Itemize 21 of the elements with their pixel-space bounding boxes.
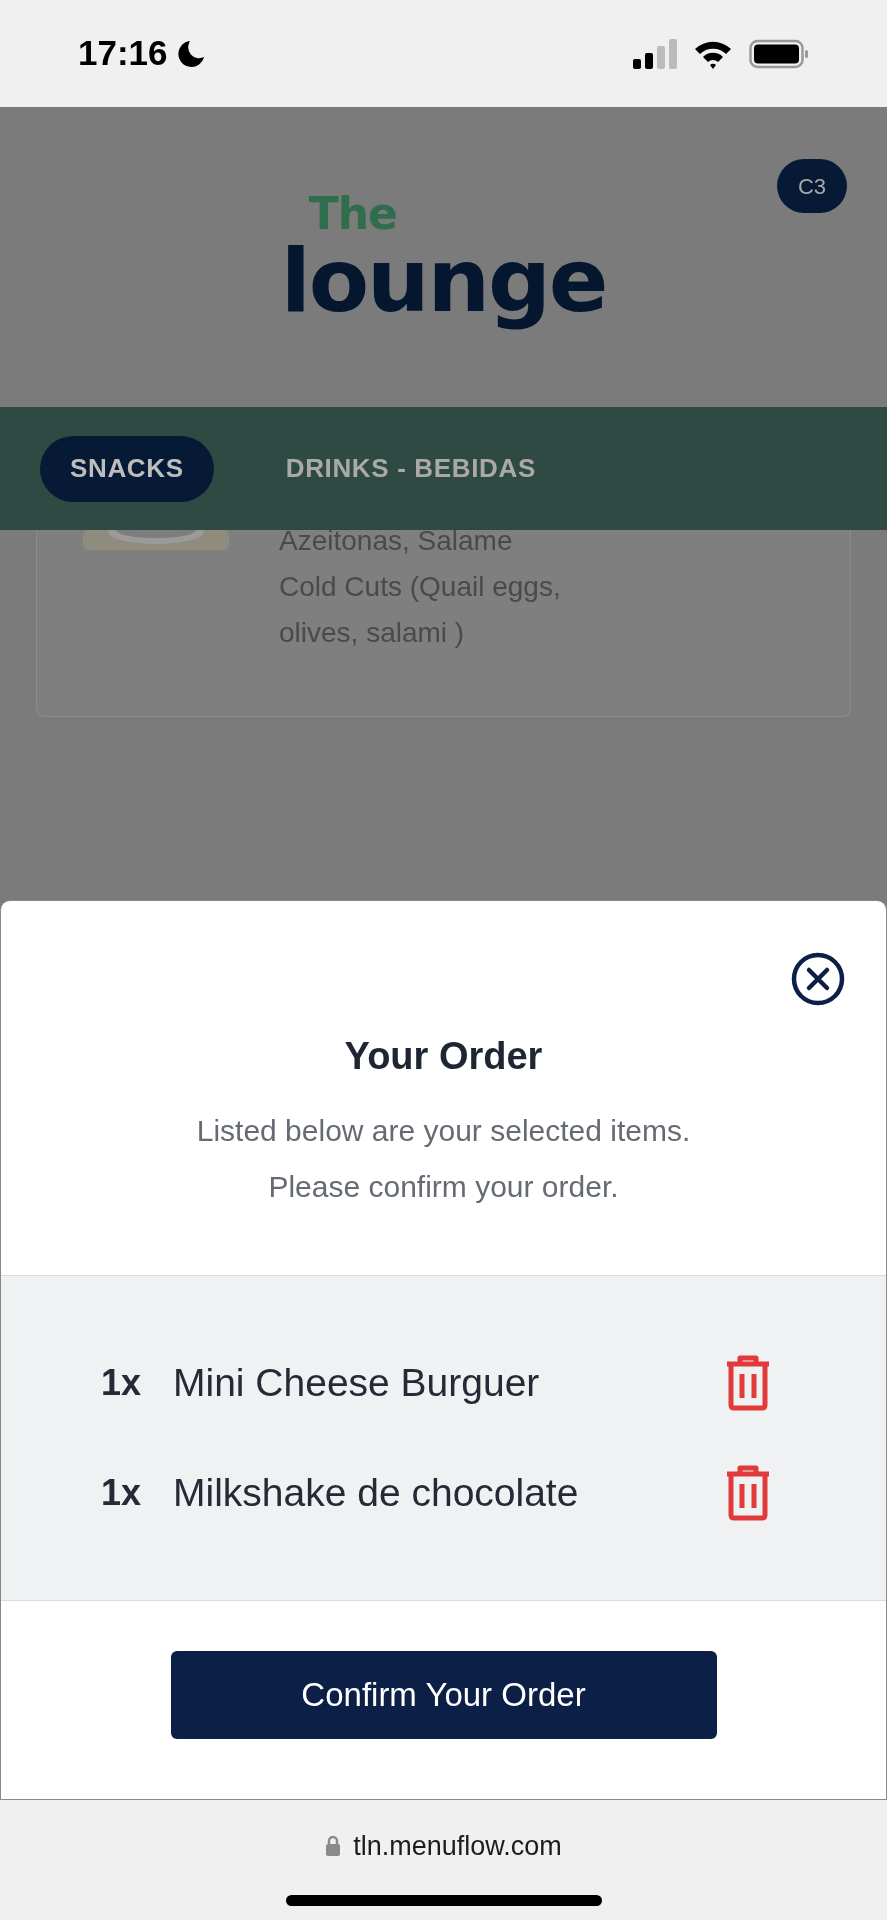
trash-icon[interactable] bbox=[724, 1465, 772, 1522]
moon-icon bbox=[175, 38, 206, 69]
item-quantity: 1x bbox=[101, 1360, 143, 1405]
trash-icon[interactable] bbox=[724, 1354, 772, 1411]
lock-icon bbox=[325, 1835, 342, 1858]
clock-time: 17:16 bbox=[78, 32, 168, 75]
dialog-title: Your Order bbox=[344, 1034, 543, 1079]
item-name: Milkshake de chocolate bbox=[173, 1470, 580, 1516]
confirm-order-button[interactable]: Confirm Your Order bbox=[170, 1651, 717, 1739]
category-tab[interactable]: DRINKS - BEBIDAS bbox=[255, 435, 566, 502]
item-name: Mini Cheese Burguer bbox=[173, 1359, 541, 1406]
item-quantity: 1x bbox=[101, 1471, 143, 1516]
dialog-subtitle: Listed below are your selected items. bbox=[196, 1113, 691, 1149]
dialog-subtitle: Please confirm your order. bbox=[268, 1169, 619, 1205]
table-badge: C3 bbox=[777, 159, 847, 213]
close-button[interactable] bbox=[790, 951, 846, 1007]
category-tab[interactable]: SNACKS bbox=[40, 435, 214, 502]
close-icon bbox=[790, 951, 846, 1007]
battery-icon bbox=[749, 38, 809, 69]
signal-icon bbox=[633, 38, 677, 69]
url-text[interactable]: tln.menuflow.com bbox=[353, 1826, 562, 1867]
